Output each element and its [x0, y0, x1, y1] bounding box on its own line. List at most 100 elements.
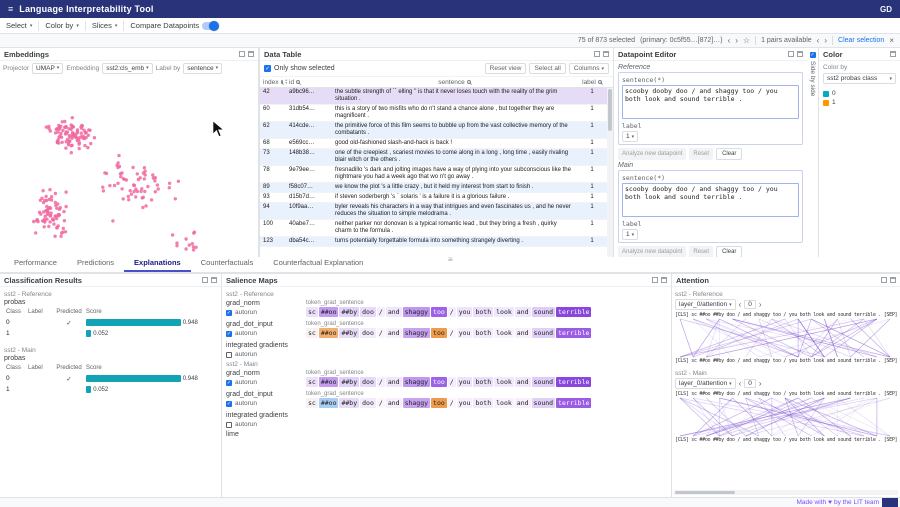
autorun-checkbox[interactable]: ✓autorun	[226, 400, 306, 407]
drag-handle-icon[interactable]: ≡	[448, 257, 453, 263]
popout-icon[interactable]	[202, 277, 208, 283]
maximize-icon[interactable]	[890, 51, 896, 57]
salience-token[interactable]: and	[515, 307, 531, 317]
salience-token[interactable]: and	[386, 307, 402, 317]
salience-token[interactable]: you	[457, 398, 473, 408]
prev-pair-button[interactable]: ‹	[817, 37, 820, 45]
popout-icon[interactable]	[652, 277, 658, 283]
maximize-icon[interactable]	[603, 51, 609, 57]
salience-token[interactable]: sound	[532, 328, 556, 338]
slices-menu[interactable]: Slices ▾	[92, 21, 118, 30]
autorun-checkbox[interactable]: ✓autorun	[226, 309, 306, 316]
label-select[interactable]: 1 ▾	[622, 131, 638, 142]
tab-counterfactuals[interactable]: Counterfactuals	[191, 256, 264, 272]
attention-scrollbar[interactable]	[674, 490, 898, 495]
color-by-select[interactable]: sst2 probas class ▾	[823, 73, 896, 84]
autorun-checkbox[interactable]: autorun	[226, 421, 306, 428]
salience-token[interactable]: sc	[306, 377, 318, 387]
salience-token[interactable]: /	[377, 328, 385, 338]
embedding-scatter[interactable]	[0, 75, 256, 255]
column-header-id[interactable]: id	[286, 79, 332, 86]
salience-token[interactable]: look	[494, 398, 514, 408]
table-row[interactable]: 10040abe7…neither parker nor donovan is …	[260, 220, 607, 237]
scrollbar-thumb[interactable]	[608, 89, 612, 131]
maximize-icon[interactable]	[797, 51, 803, 57]
salience-token[interactable]: look	[494, 307, 514, 317]
column-header-sentence[interactable]: sentence	[332, 79, 577, 86]
salience-token[interactable]: shaggy	[403, 307, 430, 317]
salience-token[interactable]: /	[377, 398, 385, 408]
only-show-selected-checkbox[interactable]: ✓ Only show selected	[264, 65, 335, 72]
salience-token[interactable]: look	[494, 377, 514, 387]
salience-token[interactable]: sc	[306, 307, 318, 317]
layer-select[interactable]: layer_0/attention ▾	[675, 378, 736, 389]
salience-token[interactable]: look	[494, 328, 514, 338]
compare-datapoints-toggle[interactable]	[202, 22, 218, 30]
autorun-checkbox[interactable]: ✓autorun	[226, 379, 306, 386]
salience-token[interactable]: and	[515, 398, 531, 408]
salience-token[interactable]: shaggy	[403, 328, 430, 338]
table-row[interactable]: 9410f9aa…byler reveals his characters in…	[260, 203, 607, 220]
table-row[interactable]: 123dba54c…turns potentially forgettable …	[260, 237, 607, 247]
layer-select[interactable]: layer_0/attention ▾	[675, 299, 736, 310]
salience-token[interactable]: sc	[306, 398, 318, 408]
salience-token[interactable]: you	[457, 328, 473, 338]
head-next-button[interactable]: ›	[759, 301, 762, 309]
salience-token[interactable]: both	[473, 307, 493, 317]
salience-token[interactable]: ##by	[339, 398, 359, 408]
next-pair-button[interactable]: ›	[824, 37, 827, 45]
tab-performance[interactable]: Performance	[4, 256, 67, 272]
salience-token[interactable]: shaggy	[403, 398, 430, 408]
sentence-textarea[interactable]: scooby dooby doo / and shaggy too / you …	[622, 85, 799, 119]
maximize-icon[interactable]	[248, 51, 254, 57]
table-row[interactable]: 6031db54…this is a story of two misfits …	[260, 105, 607, 122]
close-icon[interactable]: ×	[889, 37, 894, 45]
reset-view-button[interactable]: Reset view	[485, 63, 527, 74]
scrollbar-thumb[interactable]	[675, 491, 735, 494]
salience-token[interactable]: too	[431, 377, 447, 387]
salience-token[interactable]: ##oo	[319, 377, 339, 387]
salience-token[interactable]: terrible	[556, 377, 591, 387]
salience-token[interactable]: sound	[532, 398, 556, 408]
salience-token[interactable]: too	[431, 328, 447, 338]
maximize-icon[interactable]	[661, 277, 667, 283]
autorun-checkbox[interactable]: ✓autorun	[226, 330, 306, 337]
salience-token[interactable]: doo	[360, 398, 376, 408]
salience-token[interactable]: too	[431, 398, 447, 408]
head-next-button[interactable]: ›	[759, 380, 762, 388]
maximize-icon[interactable]	[890, 277, 896, 283]
reset-button[interactable]: Reset	[689, 148, 713, 160]
salience-token[interactable]: /	[448, 398, 456, 408]
favorite-icon[interactable]: ☆	[743, 37, 750, 45]
table-scrollbar[interactable]	[607, 88, 613, 257]
salience-token[interactable]: too	[431, 307, 447, 317]
analyze-button[interactable]: Analyze new datapoint	[618, 148, 686, 160]
salience-token[interactable]: /	[377, 377, 385, 387]
column-header-index[interactable]: index ▲▼	[260, 79, 286, 86]
salience-token[interactable]: doo	[360, 377, 376, 387]
maximize-icon[interactable]	[211, 277, 217, 283]
sentence-textarea[interactable]: scooby dooby doo / and shaggy too / you …	[622, 183, 799, 217]
popout-icon[interactable]	[239, 51, 245, 57]
salience-token[interactable]: doo	[360, 328, 376, 338]
salience-token[interactable]: you	[457, 377, 473, 387]
table-row[interactable]: 789e79ee…fresnadillo 's dark and jolting…	[260, 166, 607, 183]
salience-token[interactable]: ##oo	[319, 398, 339, 408]
salience-token[interactable]: both	[473, 377, 493, 387]
salience-token[interactable]: ##oo	[319, 307, 339, 317]
table-row[interactable]: 93d15b7d…if steven soderbergh 's ` solar…	[260, 193, 607, 203]
salience-token[interactable]: both	[473, 328, 493, 338]
side-by-side-checkbox[interactable]: ✓	[810, 52, 816, 58]
salience-token[interactable]: ##by	[339, 307, 359, 317]
embedding-select[interactable]: sst2:cls_emb ▾	[102, 63, 152, 74]
menu-icon[interactable]: ≡	[8, 4, 13, 14]
reset-button[interactable]: Reset	[689, 246, 713, 257]
salience-token[interactable]: sc	[306, 328, 318, 338]
table-row[interactable]: 89f58c07…we know the plot 's a little cr…	[260, 183, 607, 193]
salience-token[interactable]: and	[386, 377, 402, 387]
salience-token[interactable]: terrible	[556, 398, 591, 408]
autorun-checkbox[interactable]: autorun	[226, 351, 306, 358]
salience-token[interactable]: ##oo	[319, 328, 339, 338]
head-prev-button[interactable]: ‹	[739, 301, 742, 309]
analyze-button[interactable]: Analyze new datapoint	[618, 246, 686, 257]
